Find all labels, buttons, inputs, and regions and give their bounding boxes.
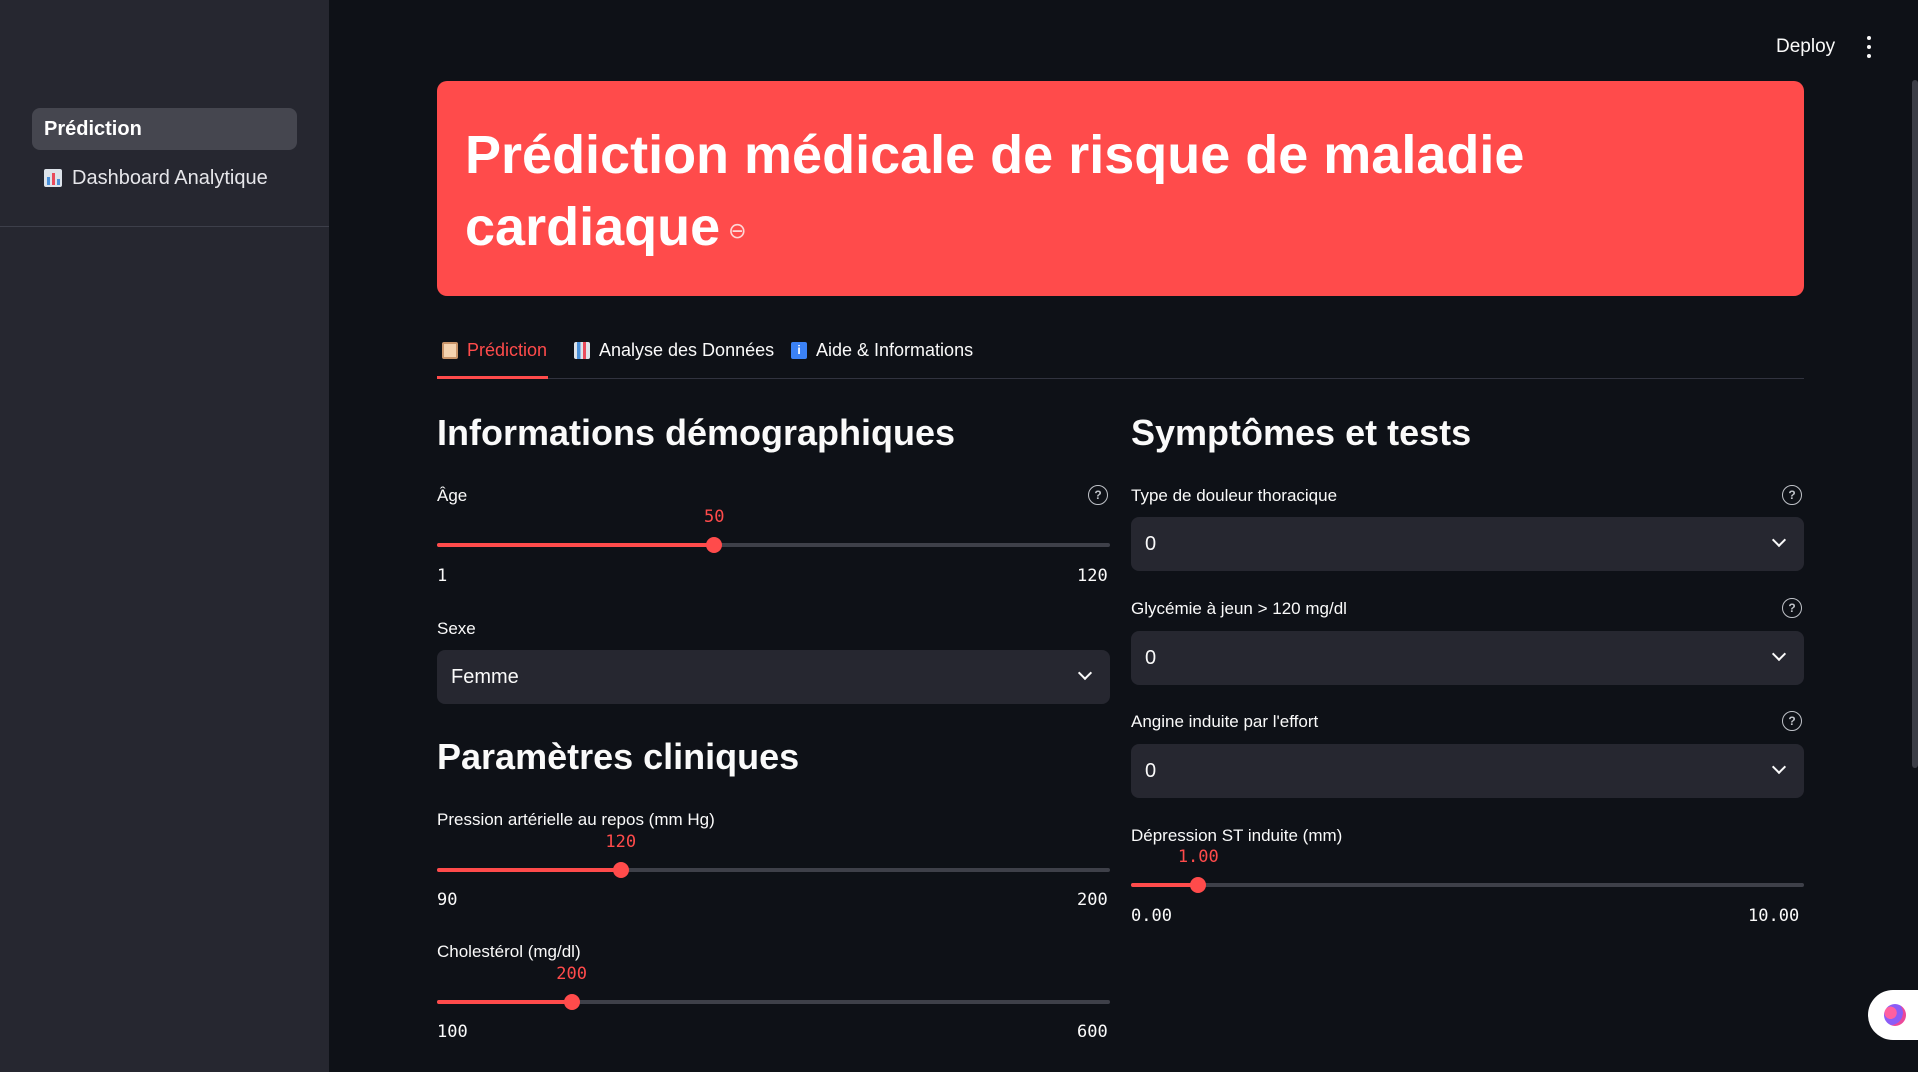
- help-icon[interactable]: ?: [1782, 711, 1802, 731]
- slider-value: 120: [605, 832, 637, 852]
- select-value: Femme: [451, 665, 519, 688]
- scrollbar[interactable]: [1912, 80, 1918, 768]
- age-label: Âge: [437, 486, 468, 505]
- glycemia-label: Glycémie à jeun > 120 mg/dl: [1131, 599, 1347, 618]
- tab-label: Aide & Informations: [816, 340, 974, 360]
- tab-bar: Prédiction Analyse des Données i Aide & …: [437, 330, 1804, 379]
- sidebar-item-label: Prédiction: [44, 117, 142, 140]
- info-icon: i: [791, 342, 807, 359]
- chest-pain-label: Type de douleur thoracique: [1131, 486, 1338, 505]
- st-depression-slider[interactable]: 1.00: [1131, 847, 1804, 893]
- chevron-down-icon: [1771, 646, 1787, 662]
- link-icon[interactable]: ⊖: [728, 218, 746, 243]
- sexe-select[interactable]: Femme: [437, 650, 1110, 704]
- chevron-down-icon: [1077, 665, 1093, 681]
- slider-fill: [437, 868, 621, 872]
- sidebar-divider: [0, 226, 329, 227]
- slider-min: 0.00: [1131, 906, 1172, 926]
- slider-min: 1: [437, 566, 448, 586]
- slider-thumb[interactable]: [1190, 877, 1207, 893]
- slider-fill: [1131, 883, 1199, 887]
- help-icon[interactable]: ?: [1782, 485, 1802, 505]
- page-title: Prédiction médicale de risque de maladie…: [465, 125, 1525, 257]
- tab-label: Prédiction: [467, 340, 548, 360]
- slider-fill: [437, 543, 715, 547]
- slider-max: 10.00: [1748, 906, 1800, 926]
- age-slider[interactable]: 50: [437, 507, 1110, 553]
- chol-label: Cholestérol (mg/dl): [437, 942, 581, 961]
- slider-thumb[interactable]: [706, 537, 723, 553]
- tab-analyse-des-donnees[interactable]: Analyse des Données: [574, 340, 774, 378]
- title-banner: Prédiction médicale de risque de maladie…: [437, 81, 1804, 296]
- bp-label: Pression artérielle au repos (mm Hg): [437, 810, 715, 829]
- tab-aide-informations[interactable]: i Aide & Informations: [791, 340, 973, 378]
- chest-pain-select[interactable]: 0: [1131, 517, 1804, 571]
- assistant-button[interactable]: [1868, 990, 1918, 1040]
- section-heading-demographics: Informations démographiques: [437, 412, 956, 453]
- st-depression-label: Dépression ST induite (mm): [1131, 826, 1343, 845]
- sidebar-item-label: Dashboard Analytique: [72, 166, 268, 189]
- slider-thumb[interactable]: [612, 862, 629, 878]
- slider-fill: [437, 1000, 572, 1004]
- help-icon[interactable]: ?: [1782, 598, 1802, 618]
- section-heading-clinical: Paramètres cliniques: [437, 736, 800, 777]
- section-heading-symptoms: Symptômes et tests: [1131, 412, 1472, 453]
- angina-label: Angine induite par l'effort: [1131, 712, 1319, 731]
- kebab-menu-icon[interactable]: [1864, 36, 1874, 58]
- tab-prediction[interactable]: Prédiction: [442, 340, 547, 378]
- select-value: 0: [1145, 532, 1157, 555]
- select-value: 0: [1145, 646, 1157, 669]
- slider-value: 50: [704, 507, 725, 527]
- sexe-label: Sexe: [437, 619, 476, 638]
- slider-value: 1.00: [1177, 847, 1219, 867]
- select-value: 0: [1145, 759, 1157, 782]
- glycemia-select[interactable]: 0: [1131, 631, 1804, 685]
- sidebar-item-prediction[interactable]: Prédiction: [32, 108, 297, 150]
- deploy-button[interactable]: Deploy: [1776, 36, 1835, 58]
- chevron-down-icon: [1771, 759, 1787, 775]
- clipboard-icon: [442, 342, 458, 359]
- brain-icon: [1884, 1004, 1906, 1026]
- slider-max: 120: [1077, 566, 1108, 586]
- active-tab-indicator: [437, 376, 548, 379]
- slider-min: 100: [437, 1022, 468, 1042]
- tab-label: Analyse des Données: [599, 340, 775, 360]
- slider-max: 200: [1077, 890, 1108, 910]
- slider-max: 600: [1077, 1022, 1108, 1042]
- chol-slider[interactable]: 200: [437, 964, 1110, 1010]
- bp-slider[interactable]: 120: [437, 832, 1110, 878]
- bar-chart-icon: [574, 342, 590, 359]
- sidebar: Prédiction Dashboard Analytique: [0, 0, 329, 1072]
- help-icon[interactable]: ?: [1088, 485, 1108, 505]
- sidebar-item-dashboard-analytique[interactable]: Dashboard Analytique: [32, 157, 297, 199]
- bar-chart-icon: [44, 169, 62, 187]
- slider-value: 200: [556, 964, 587, 984]
- angina-select[interactable]: 0: [1131, 744, 1804, 798]
- slider-thumb[interactable]: [563, 994, 580, 1010]
- slider-min: 90: [437, 890, 458, 910]
- chevron-down-icon: [1771, 532, 1787, 548]
